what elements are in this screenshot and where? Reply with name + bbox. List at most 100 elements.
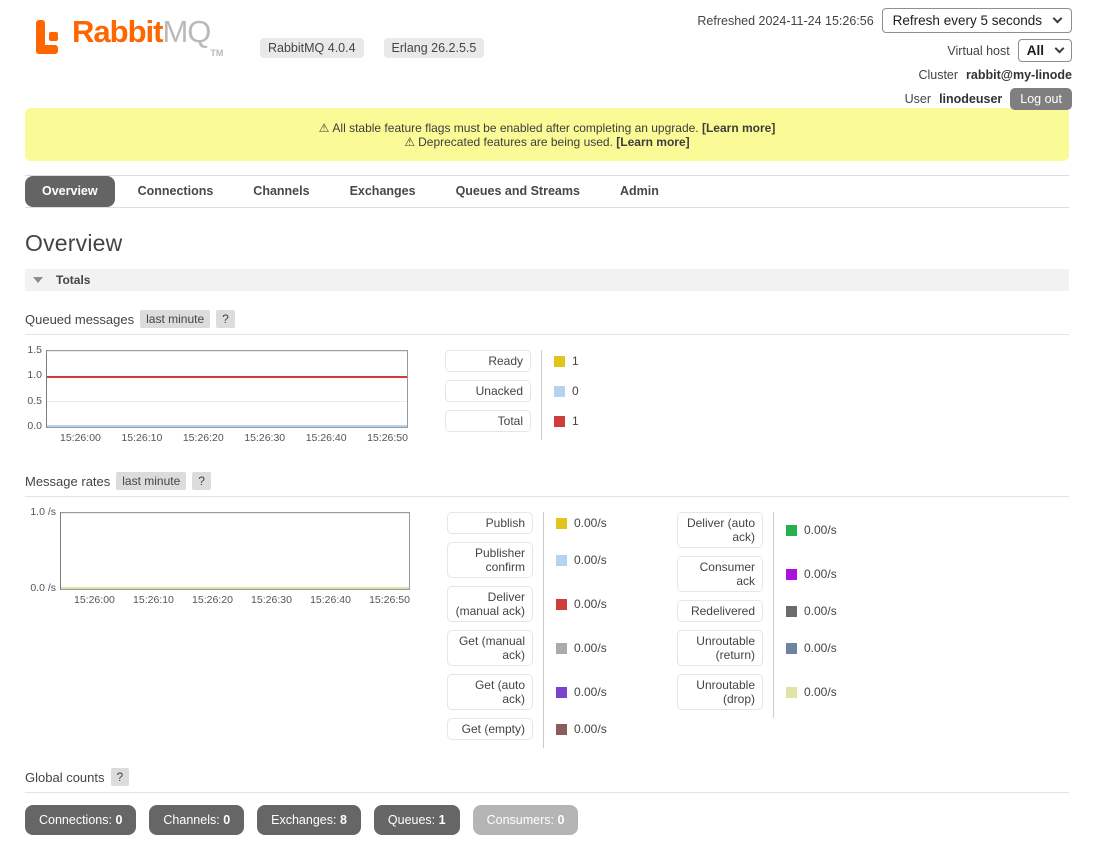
virtual-host-select[interactable]: All — [1018, 39, 1072, 62]
queued-range-badge[interactable]: last minute — [140, 310, 210, 328]
message-rates-header: Message rates last minute ? — [25, 472, 1069, 497]
rabbitmq-version-badge: RabbitMQ 4.0.4 — [260, 38, 364, 58]
legend-label-consumer-ack: Consumer ack — [677, 556, 763, 592]
queues-count-badge: Queues: 1 — [374, 805, 460, 835]
help-badge[interactable]: ? — [111, 768, 130, 786]
message-rates-title: Message rates — [25, 474, 110, 489]
unroutable-drop-rate: 0.00/s — [804, 685, 837, 699]
virtual-host-label: Virtual host — [947, 44, 1009, 58]
global-counts-title: Global counts — [25, 770, 105, 785]
legend-label-deliver-auto-ack: Deliver (auto ack) — [677, 512, 763, 548]
logout-button[interactable]: Log out — [1010, 88, 1072, 110]
brand-rabbit: Rabbit — [72, 14, 162, 49]
tab-exchanges[interactable]: Exchanges — [333, 176, 433, 207]
chevron-down-icon — [1053, 14, 1063, 24]
tab-queues-and-streams[interactable]: Queues and Streams — [439, 176, 597, 207]
connections-count-badge: Connections: 0 — [25, 805, 136, 835]
collapse-triangle-icon — [33, 277, 43, 283]
exchanges-count-badge: Exchanges: 8 — [257, 805, 361, 835]
get-manual-ack-rate: 0.00/s — [574, 641, 607, 655]
help-badge[interactable]: ? — [216, 310, 235, 328]
virtual-host-value: All — [1027, 43, 1044, 58]
unroutable-return-swatch-icon — [786, 643, 797, 654]
queued-chart-x-axis: 15:26:0015:26:1015:26:2015:26:3015:26:40… — [46, 428, 408, 444]
header-status-area: Refreshed 2024-11-24 15:26:56 Refresh ev… — [697, 8, 1072, 110]
warning-icon: ⚠ — [319, 121, 330, 135]
user-label: User — [905, 92, 931, 106]
rabbitmq-mark-icon — [36, 20, 66, 57]
redelivered-swatch-icon — [786, 606, 797, 617]
queued-messages-header: Queued messages last minute ? — [25, 310, 1069, 335]
deliver-manual-ack-swatch-icon — [556, 599, 567, 610]
channels-count-badge: Channels: 0 — [149, 805, 244, 835]
cluster-name: rabbit@my-linode — [966, 68, 1072, 82]
rates-chart-x-axis: 15:26:0015:26:1015:26:2015:26:3015:26:40… — [60, 590, 410, 606]
unroutable-return-rate: 0.00/s — [804, 641, 837, 655]
warning-text: All stable feature flags must be enabled… — [332, 121, 698, 135]
tab-overview[interactable]: Overview — [25, 176, 115, 207]
legend-label-get-manual-ack: Get (manual ack) — [447, 630, 533, 666]
global-counts-header: Global counts ? — [25, 768, 1069, 793]
rates-chart-y-axis: 0.0 /s1.0 /s — [25, 512, 60, 606]
warning-line-1: ⚠All stable feature flags must be enable… — [35, 121, 1059, 135]
cluster-label: Cluster — [918, 68, 958, 82]
tab-channels[interactable]: Channels — [236, 176, 326, 207]
app-header: RabbitMQTM RabbitMQ 4.0.4 Erlang 26.2.5.… — [0, 0, 1094, 106]
get-empty-swatch-icon — [556, 724, 567, 735]
message-rates-legend-left: Publish 0.00/s Publisher confirm 0.00/s … — [447, 512, 629, 748]
rabbitmq-logo[interactable]: RabbitMQTM — [36, 16, 223, 58]
global-counts-badges: Connections: 0 Channels: 0 Exchanges: 8 … — [25, 805, 1069, 835]
get-empty-rate: 0.00/s — [574, 722, 607, 736]
legend-label-redelivered: Redelivered — [677, 600, 763, 622]
rates-chart-plot — [60, 512, 410, 590]
redelivered-rate: 0.00/s — [804, 604, 837, 618]
queued-chart-plot — [46, 350, 408, 428]
legend-label-get-auto-ack: Get (auto ack) — [447, 674, 533, 710]
erlang-version-badge: Erlang 26.2.5.5 — [384, 38, 485, 58]
consumer-ack-rate: 0.00/s — [804, 567, 837, 581]
get-auto-ack-rate: 0.00/s — [574, 685, 607, 699]
publisher-confirm-swatch-icon — [556, 555, 567, 566]
message-rates-block: 0.0 /s1.0 /s 15:26:0015:26:1015:26:2015:… — [25, 512, 1069, 748]
publish-swatch-icon — [556, 518, 567, 529]
legend-label-unacked: Unacked — [445, 380, 531, 402]
legend-label-publisher-confirm: Publisher confirm — [447, 542, 533, 578]
deliver-manual-ack-rate: 0.00/s — [574, 597, 607, 611]
chevron-down-icon — [1055, 44, 1065, 54]
totals-section-label: Totals — [56, 273, 90, 287]
queued-chart-y-axis: 0.00.51.01.5 — [25, 350, 46, 444]
tab-admin[interactable]: Admin — [603, 176, 676, 207]
legend-label-total: Total — [445, 410, 531, 432]
refresh-interval-value: Refresh every 5 seconds — [893, 13, 1042, 28]
legend-label-ready: Ready — [445, 350, 531, 372]
unroutable-drop-swatch-icon — [786, 687, 797, 698]
learn-more-link[interactable]: [Learn more] — [616, 135, 689, 149]
legend-label-publish: Publish — [447, 512, 533, 534]
legend-label-deliver-manual-ack: Deliver (manual ack) — [447, 586, 533, 622]
feature-flags-warning-banner: ⚠All stable feature flags must be enable… — [25, 108, 1069, 161]
ready-swatch-icon — [554, 356, 565, 367]
logo-text: RabbitMQTM — [72, 16, 223, 58]
publisher-confirm-rate: 0.00/s — [574, 553, 607, 567]
message-rates-chart: 0.0 /s1.0 /s 15:26:0015:26:1015:26:2015:… — [25, 512, 410, 606]
refresh-interval-select[interactable]: Refresh every 5 seconds — [882, 8, 1072, 33]
main-nav-tabs: Overview Connections Channels Exchanges … — [25, 175, 1069, 208]
legend-label-unroutable-return: Unroutable (return) — [677, 630, 763, 666]
learn-more-link[interactable]: [Learn more] — [702, 121, 775, 135]
queued-messages-block: 0.00.51.01.5 15:26:0015:26:1015:26:2015:… — [25, 350, 1069, 444]
deliver-auto-ack-rate: 0.00/s — [804, 523, 837, 537]
totals-section-toggle[interactable]: Totals — [25, 269, 1069, 291]
message-rates-legend-right: Deliver (auto ack) 0.00/s Consumer ack 0… — [677, 512, 859, 718]
consumer-ack-swatch-icon — [786, 569, 797, 580]
get-manual-ack-swatch-icon — [556, 643, 567, 654]
consumers-count-badge: Consumers: 0 — [473, 805, 579, 835]
unacked-value: 0 — [572, 384, 579, 398]
rates-range-badge[interactable]: last minute — [116, 472, 186, 490]
trademark-label: TM — [210, 48, 223, 58]
get-auto-ack-swatch-icon — [556, 687, 567, 698]
legend-label-get-empty: Get (empty) — [447, 718, 533, 740]
total-swatch-icon — [554, 416, 565, 427]
tab-connections[interactable]: Connections — [121, 176, 231, 207]
help-badge[interactable]: ? — [192, 472, 211, 490]
queued-messages-title: Queued messages — [25, 312, 134, 327]
